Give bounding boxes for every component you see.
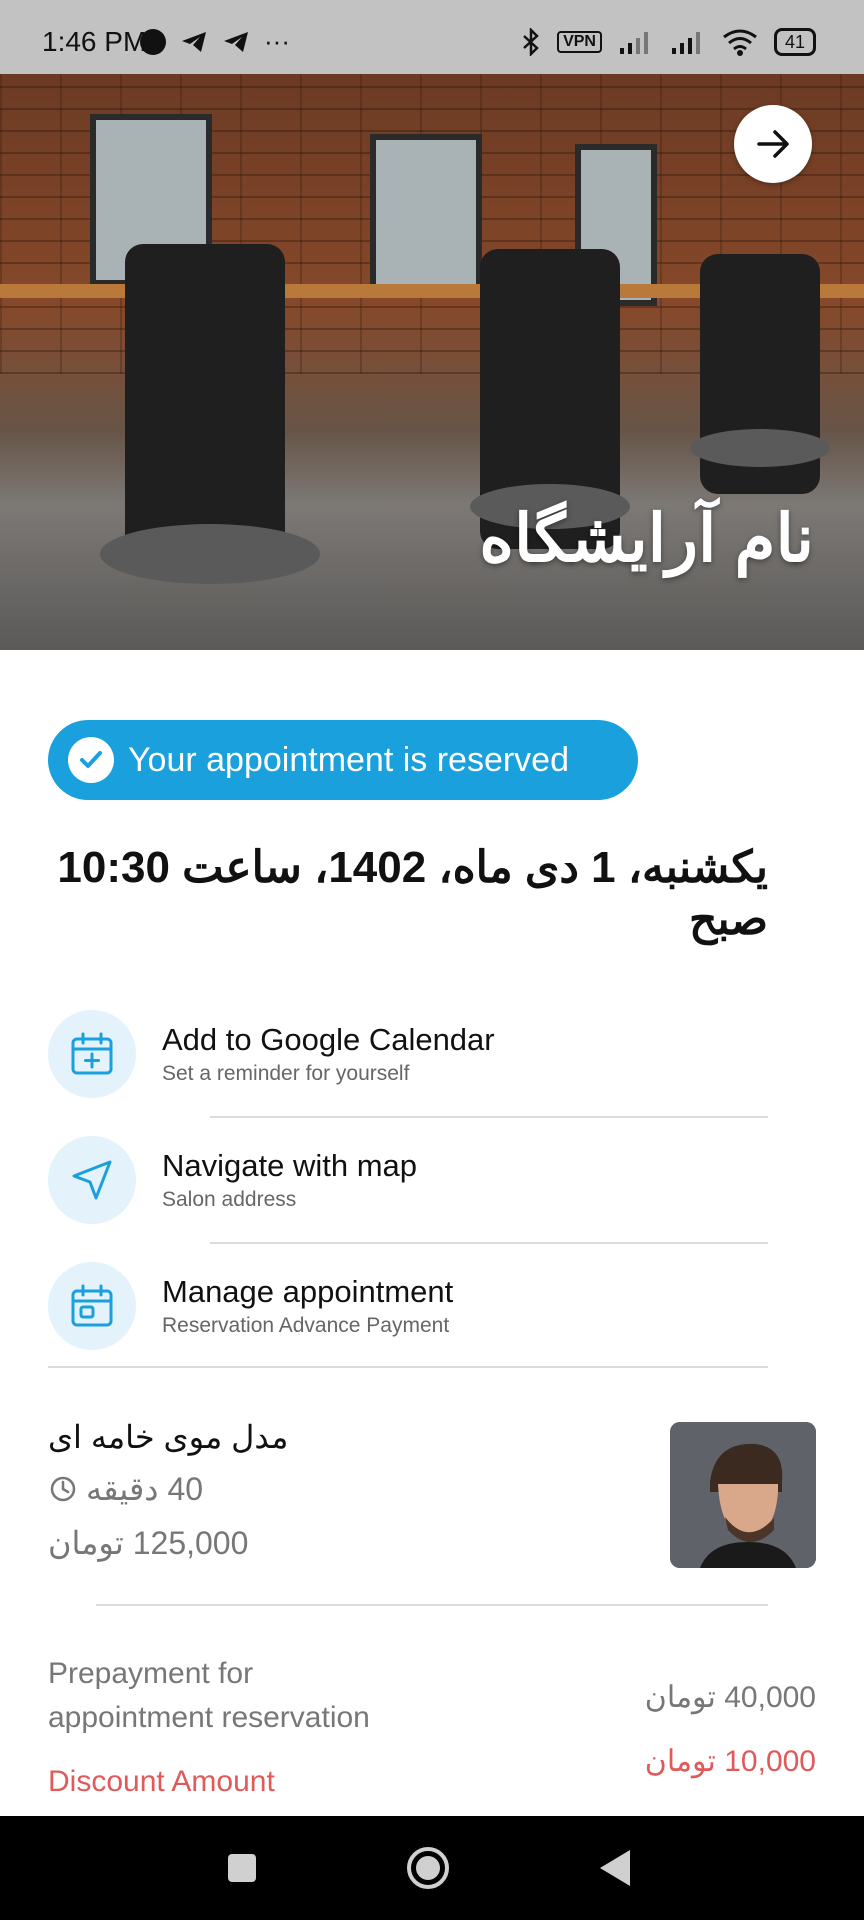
action-title: Navigate with map xyxy=(162,1148,418,1183)
system-navigation-bar xyxy=(0,1816,864,1920)
navigate-map-action[interactable]: Navigate with map Salon address xyxy=(48,1136,768,1226)
vpn-badge: VPN xyxy=(557,31,602,53)
appointment-datetime: یکشنبه، 1 دی ماه، 1402، ساعت 10:30 صبح xyxy=(57,843,768,944)
reservation-status-text: Your appointment is reserved xyxy=(128,740,570,779)
chair-base xyxy=(100,524,320,584)
home-button-icon[interactable] xyxy=(406,1846,450,1890)
clock-icon xyxy=(50,1476,76,1502)
service-duration: 40 دقیقه xyxy=(48,1470,203,1508)
prepayment-label: Prepayment for appointment reservation xyxy=(48,1657,370,1734)
mirror xyxy=(370,134,482,296)
wifi-icon xyxy=(723,29,757,56)
divider xyxy=(210,1116,768,1118)
battery-indicator: 41 xyxy=(773,28,816,56)
back-button[interactable] xyxy=(734,105,812,183)
navigation-arrow-icon xyxy=(48,1136,136,1224)
divider xyxy=(210,1242,768,1244)
calendar-manage-icon xyxy=(48,1262,136,1350)
back-nav-button-icon[interactable] xyxy=(598,1848,632,1888)
chair-base xyxy=(690,429,830,467)
check-icon xyxy=(68,737,114,783)
action-subtitle: Reservation Advance Payment xyxy=(162,1314,450,1337)
calendar-plus-icon xyxy=(48,1010,136,1098)
service-price: 125,000 تومان xyxy=(48,1525,249,1561)
recents-button-icon[interactable] xyxy=(226,1852,258,1884)
telegram-icon xyxy=(224,31,248,52)
prepayment-value: 40,000 تومان xyxy=(644,1681,816,1714)
salon-name: نام آرایشگاه xyxy=(479,501,814,575)
status-bar: 1:46 PM ··· VPN 41 xyxy=(0,0,864,74)
signal-icon xyxy=(671,32,700,54)
discount-label: Discount Amount xyxy=(48,1765,275,1798)
divider xyxy=(96,1604,768,1606)
add-to-calendar-action[interactable]: Add to Google Calendar Set a reminder fo… xyxy=(48,1010,768,1100)
action-title: Manage appointment xyxy=(162,1274,454,1309)
action-subtitle: Salon address xyxy=(162,1188,297,1211)
manage-appointment-action[interactable]: Manage appointment Reservation Advance P… xyxy=(48,1262,768,1352)
bluetooth-icon xyxy=(523,28,539,56)
more-notifications-icon: ··· xyxy=(264,26,290,56)
reservation-status-badge: Your appointment is reserved xyxy=(48,720,638,800)
arrow-right-icon xyxy=(757,130,789,158)
action-subtitle: Set a reminder for yourself xyxy=(162,1062,410,1085)
divider xyxy=(48,1366,768,1368)
service-photo xyxy=(670,1422,816,1568)
record-icon xyxy=(140,28,166,55)
service-name: مدل موی خامه ای xyxy=(48,1419,289,1455)
notification-icons: ··· xyxy=(140,26,290,57)
discount-value: 10,000 تومان xyxy=(644,1745,816,1778)
service-duration-text: 40 دقیقه xyxy=(86,1471,204,1507)
telegram-icon xyxy=(182,31,206,52)
action-title: Add to Google Calendar xyxy=(162,1022,495,1057)
status-time: 1:46 PM xyxy=(42,26,147,57)
system-icons: VPN 41 xyxy=(521,28,816,56)
signal-icon xyxy=(619,32,648,54)
